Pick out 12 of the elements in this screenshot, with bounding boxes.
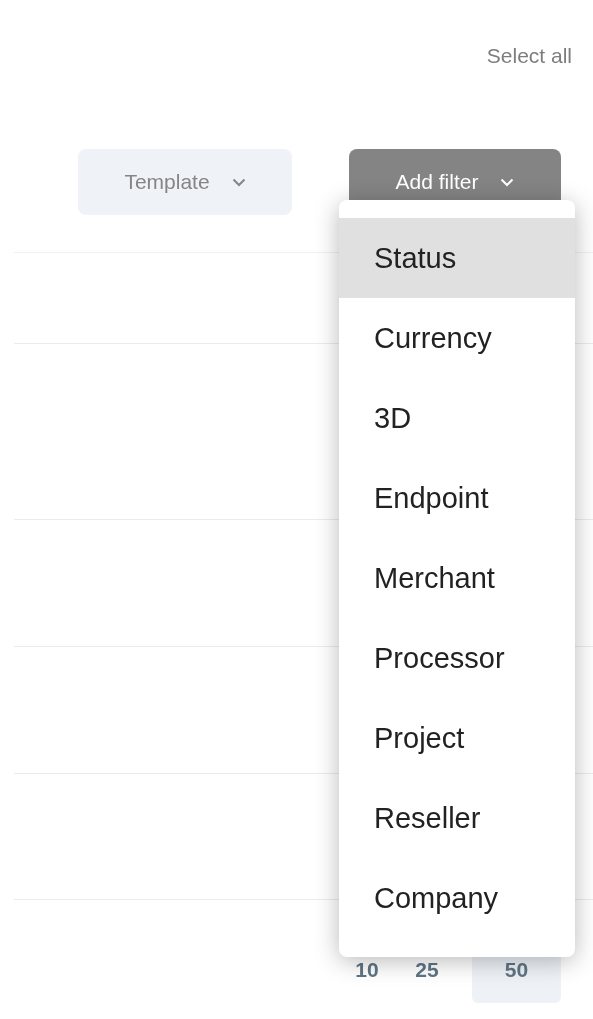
filter-menu-item[interactable]: 3D xyxy=(339,378,575,458)
filter-menu-item[interactable]: Status xyxy=(339,218,575,298)
filter-menu-item[interactable]: Merchant xyxy=(339,538,575,618)
chevron-down-icon xyxy=(231,177,246,187)
chevron-down-icon xyxy=(500,177,515,187)
select-all-link[interactable]: Select all xyxy=(486,40,572,72)
filter-menu-item[interactable]: Currency xyxy=(339,298,575,378)
filter-menu-item[interactable]: Endpoint xyxy=(339,458,575,538)
filter-menu-item[interactable]: Project xyxy=(339,698,575,778)
filter-menu-item[interactable]: Processor xyxy=(339,618,575,698)
filter-menu-item[interactable]: Reseller xyxy=(339,778,575,858)
filter-menu-item[interactable]: Company xyxy=(339,858,575,938)
